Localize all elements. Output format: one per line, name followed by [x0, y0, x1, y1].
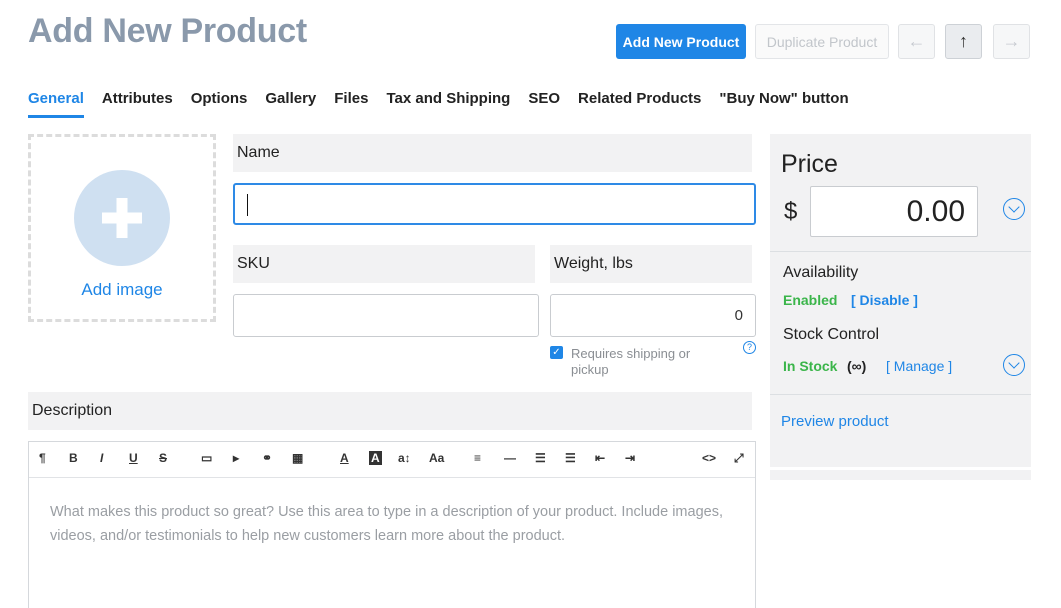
description-placeholder[interactable]: What makes this product so great? Use th… [29, 478, 755, 570]
tab-options[interactable]: Options [191, 90, 248, 118]
price-input[interactable]: 0.00 [810, 186, 978, 237]
price-title: Price [781, 150, 838, 178]
tab-related-products[interactable]: Related Products [578, 90, 701, 118]
align-icon[interactable]: ≡ [474, 451, 481, 465]
tab-buy-now-button[interactable]: "Buy Now" button [719, 90, 848, 118]
previous-arrow-icon[interactable]: ← [898, 24, 935, 59]
availability-title: Availability [783, 264, 859, 281]
up-arrow-icon[interactable]: ↑ [945, 24, 982, 59]
link-icon[interactable]: ⚭ [262, 451, 272, 465]
font-size-icon[interactable]: a↕ [398, 451, 411, 465]
availability-status: Enabled [783, 292, 838, 308]
fullscreen-icon[interactable]: ⤢ [734, 451, 744, 466]
panel-footer-strip [770, 470, 1031, 480]
plus-icon[interactable] [74, 170, 170, 266]
indent-icon[interactable]: ⇥ [625, 451, 635, 465]
tab-attributes[interactable]: Attributes [102, 90, 173, 118]
tab-files[interactable]: Files [334, 90, 368, 118]
weight-label: Weight, lbs [550, 245, 752, 283]
underline-icon[interactable]: U [129, 451, 138, 465]
outdent-icon[interactable]: ⇤ [595, 451, 605, 465]
add-image-label[interactable]: Add image [81, 280, 162, 300]
description-label: Description [28, 392, 752, 430]
preview-product-link[interactable]: Preview product [781, 413, 889, 430]
tab-general[interactable]: General [28, 90, 84, 118]
name-label: Name [233, 134, 752, 172]
italic-icon[interactable]: I [100, 451, 103, 465]
paragraph-icon[interactable]: ¶ [39, 451, 46, 465]
stock-status: In Stock [783, 358, 838, 374]
numbered-list-icon[interactable]: ☰ [565, 451, 576, 465]
weight-input[interactable]: 0 [550, 294, 756, 337]
add-new-product-button[interactable]: Add New Product [616, 24, 746, 59]
bold-icon[interactable]: B [69, 451, 78, 465]
tab-tax-and-shipping[interactable]: Tax and Shipping [386, 90, 510, 118]
description-editor[interactable]: ¶ B I U S ▭ ▸ ⚭ ▦ A A a↕ Aa ≡ — ☰ ☰ ⇤ ⇥ … [28, 441, 756, 608]
editor-toolbar: ¶ B I U S ▭ ▸ ⚭ ▦ A A a↕ Aa ≡ — ☰ ☰ ⇤ ⇥ … [29, 442, 755, 478]
table-icon[interactable]: ▦ [292, 451, 303, 465]
strikethrough-icon[interactable]: S [159, 451, 167, 465]
font-family-icon[interactable]: Aa [429, 451, 444, 465]
disable-link[interactable]: [ Disable ] [851, 292, 918, 308]
requires-shipping-checkbox[interactable]: ✓ [550, 346, 563, 359]
duplicate-product-button[interactable]: Duplicate Product [755, 24, 889, 59]
background-color-icon[interactable]: A [369, 451, 382, 465]
price-chevron-down-icon[interactable] [1003, 198, 1025, 220]
name-input[interactable] [233, 183, 756, 225]
next-arrow-icon[interactable]: → [993, 24, 1030, 59]
divider [770, 394, 1031, 395]
requires-shipping-option[interactable]: ✓ Requires shipping or pickup [550, 346, 721, 378]
manage-stock-link[interactable]: [ Manage ] [886, 358, 952, 374]
sku-label: SKU [233, 245, 535, 283]
divider [770, 251, 1031, 252]
help-icon[interactable]: ? [743, 341, 756, 354]
text-caret [247, 194, 248, 216]
price-panel: Price $ 0.00 Availability Enabled [ Disa… [770, 134, 1031, 467]
currency-symbol: $ [784, 198, 798, 225]
stock-control-title: Stock Control [783, 326, 880, 343]
image-icon[interactable]: ▭ [201, 451, 212, 465]
video-icon[interactable]: ▸ [233, 451, 239, 465]
add-image-dropzone[interactable]: Add image [28, 134, 216, 322]
tab-seo[interactable]: SEO [528, 90, 560, 118]
sku-input[interactable] [233, 294, 539, 337]
horizontal-rule-icon[interactable]: — [504, 451, 516, 465]
font-color-icon[interactable]: A [340, 451, 349, 465]
code-view-icon[interactable]: <> [702, 451, 716, 465]
stock-chevron-down-icon[interactable] [1003, 354, 1025, 376]
bullet-list-icon[interactable]: ☰ [535, 451, 546, 465]
tab-bar: General Attributes Options Gallery Files… [28, 90, 867, 118]
stock-infinity: (∞) [847, 358, 867, 374]
tab-gallery[interactable]: Gallery [265, 90, 316, 118]
requires-shipping-label[interactable]: Requires shipping or pickup [571, 346, 721, 378]
page-title: Add New Product [28, 12, 307, 50]
